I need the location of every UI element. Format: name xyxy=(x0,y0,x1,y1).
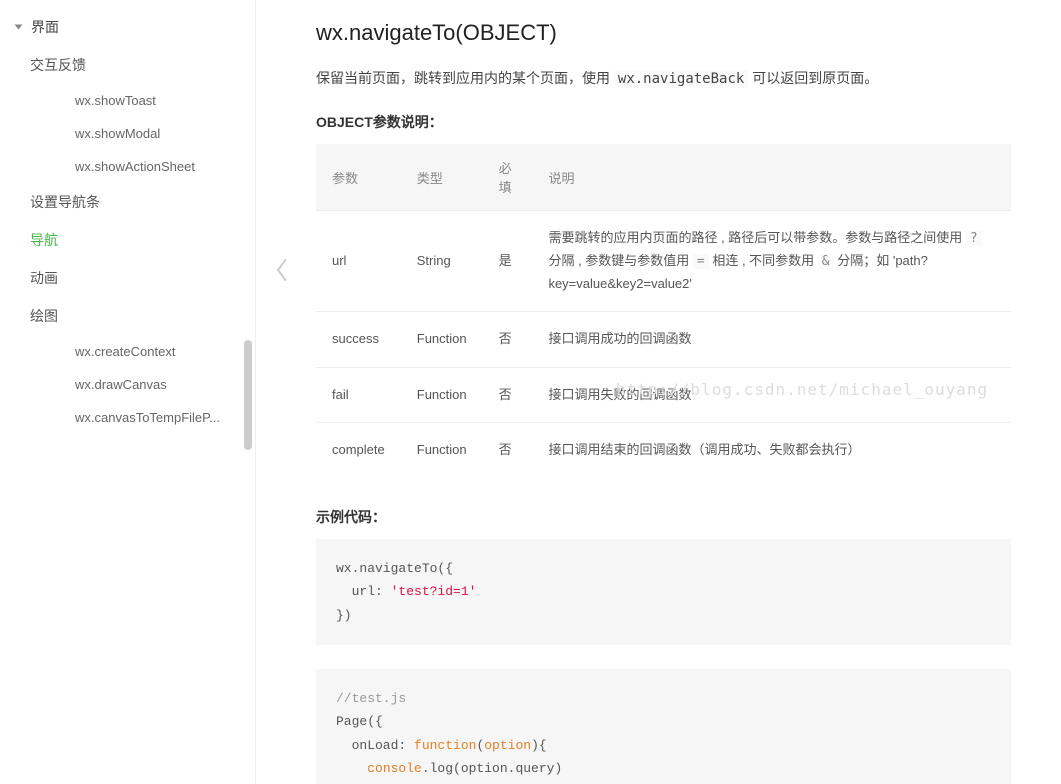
page-title: wx.navigateTo(OBJECT) xyxy=(316,20,1011,46)
table-row: urlString是需要跳转的应用内页面的路径 , 路径后可以带参数。参数与路径… xyxy=(316,211,1011,312)
scrollbar[interactable] xyxy=(244,0,252,784)
table-row: failFunction否接口调用失败的回调函数 xyxy=(316,367,1011,422)
description: 保留当前页面，跳转到应用内的某个页面，使用 wx.navigateBack 可以… xyxy=(316,66,1011,92)
sidebar-item[interactable]: wx.showModal xyxy=(0,117,255,150)
sidebar-item[interactable]: 交互反馈 xyxy=(0,46,255,84)
params-table: 参数类型必填说明 urlString是需要跳转的应用内页面的路径 , 路径后可以… xyxy=(316,144,1011,477)
chevron-down-icon xyxy=(15,25,23,30)
sidebar-item[interactable]: wx.showToast xyxy=(0,84,255,117)
sidebar-item[interactable]: wx.createContext xyxy=(0,335,255,368)
table-row: successFunction否接口调用成功的回调函数 xyxy=(316,312,1011,367)
sidebar-item[interactable]: wx.canvasToTempFileP... xyxy=(0,401,255,434)
sidebar-item[interactable]: 绘图 xyxy=(0,297,255,335)
table-row: completeFunction否接口调用结束的回调函数（调用成功、失败都会执行… xyxy=(316,422,1011,477)
sidebar-item[interactable]: 导航 xyxy=(0,221,255,259)
table-header: 类型 xyxy=(401,144,483,211)
sidebar-item[interactable]: wx.drawCanvas xyxy=(0,368,255,401)
code-block-2: //test.js Page({ onLoad: function(option… xyxy=(316,669,1011,784)
sidebar-item[interactable]: 设置导航条 xyxy=(0,183,255,221)
inline-code: wx.navigateBack xyxy=(614,70,748,88)
table-header: 参数 xyxy=(316,144,401,211)
params-label: OBJECT参数说明： xyxy=(316,112,1011,132)
example-label: 示例代码： xyxy=(316,507,1011,527)
sidebar-root[interactable]: 界面 xyxy=(0,8,255,46)
sidebar-root-label: 界面 xyxy=(31,17,59,37)
table-header: 说明 xyxy=(532,144,1011,211)
main-content: wx.navigateTo(OBJECT) 保留当前页面，跳转到应用内的某个页面… xyxy=(256,0,1061,784)
table-header: 必填 xyxy=(483,144,533,211)
code-block-1: wx.navigateTo({ url: 'test?id=1' }) xyxy=(316,539,1011,645)
sidebar-item[interactable]: wx.showActionSheet xyxy=(0,150,255,183)
sidebar-item[interactable]: 动画 xyxy=(0,259,255,297)
sidebar: 界面 交互反馈wx.showToastwx.showModalwx.showAc… xyxy=(0,0,256,784)
